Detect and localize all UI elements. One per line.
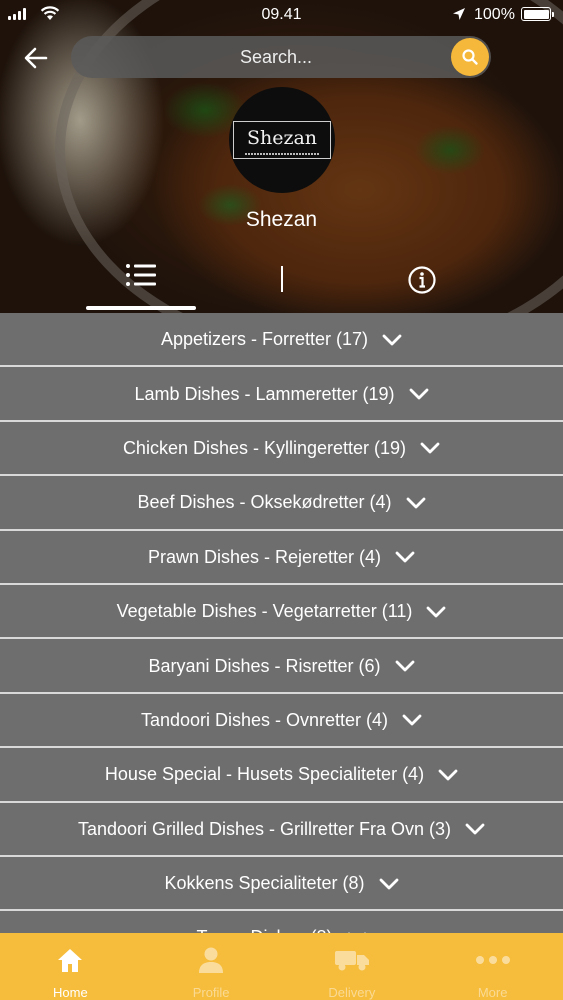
category-row[interactable]: Tandoori Grilled Dishes - Grillretter Fr… <box>0 802 563 857</box>
chevron-down-icon <box>395 551 415 563</box>
category-label: Tandoori Grilled Dishes - Grillretter Fr… <box>77 818 452 839</box>
delivery-truck-icon <box>334 951 369 971</box>
nav-delivery[interactable]: Delivery <box>282 933 423 1000</box>
category-label: Tandoori Dishes - Ovnretter (4) <box>140 709 389 730</box>
search-bar <box>71 36 491 78</box>
category-row[interactable]: Tanna Dishes (8) <box>0 911 563 933</box>
category-label: Beef Dishes - Oksekødretter (4) <box>137 492 392 513</box>
category-row[interactable]: Lamb Dishes - Lammeretter (19) <box>0 367 563 422</box>
category-label: House Special - Husets Specialiteter (4) <box>104 764 425 785</box>
chevron-down-icon <box>406 497 425 509</box>
category-row[interactable]: Vegetable Dishes - Vegetarretter (11) <box>0 584 563 640</box>
nav-profile-label: Profile <box>192 985 230 1000</box>
chevron-down-icon <box>420 443 440 454</box>
logo-tagline <box>245 152 319 155</box>
category-row[interactable]: Prawn Dishes - Rejeretter (4) <box>0 530 563 585</box>
chevron-down-icon <box>465 823 485 835</box>
tab-menu[interactable] <box>86 262 196 302</box>
list-icon <box>126 264 156 286</box>
search-button[interactable] <box>451 38 489 76</box>
nav-more-label: More <box>477 985 508 1000</box>
category-label: Kokkens Specialiteter (8) <box>164 873 365 894</box>
nav-home[interactable]: Home <box>0 933 141 1000</box>
category-row[interactable]: House Special - Husets Specialiteter (4) <box>0 748 563 803</box>
chevron-down-icon <box>427 606 446 618</box>
chevron-down-icon <box>379 878 398 889</box>
search-input[interactable] <box>111 46 441 68</box>
chevron-down-icon <box>395 660 414 672</box>
category-label: Chicken Dishes - Kyllingeretter (19) <box>122 437 407 458</box>
location-arrow-icon <box>453 8 465 20</box>
tab-divider <box>281 266 283 292</box>
category-row[interactable]: Appetizers - Forretter (17) <box>0 313 563 368</box>
chevron-down-icon <box>402 715 422 726</box>
category-row[interactable]: Kokkens Specialiteter (8) <box>0 856 563 912</box>
battery-icon <box>521 7 554 21</box>
nav-delivery-label: Delivery <box>328 985 376 1000</box>
battery-percent: 100% <box>474 6 515 23</box>
profile-icon <box>199 947 224 973</box>
nav-home-label: Home <box>53 985 88 1000</box>
category-list: Appetizers - Forretter (17) Lamb Dishes -… <box>0 313 563 933</box>
category-label: Baryani Dishes - Risretter (6) <box>148 655 381 676</box>
nav-more[interactable]: More <box>422 933 563 1000</box>
category-row[interactable]: Baryani Dishes - Risretter (6) <box>0 639 563 694</box>
back-button[interactable] <box>20 42 52 74</box>
chevron-down-icon <box>438 769 458 781</box>
category-row[interactable]: Beef Dishes - Oksekødretter (4) <box>0 476 563 531</box>
home-icon <box>58 949 83 972</box>
back-arrow-icon <box>24 47 48 69</box>
category-row[interactable]: Chicken Dishes - Kyllingeretter (19) <box>0 421 563 477</box>
header-hero: 09.41 100% Shezan <box>0 0 563 313</box>
category-label: Lamb Dishes - Lammeretter (19) <box>134 383 395 404</box>
more-icon <box>475 956 510 964</box>
info-icon[interactable] <box>407 265 437 295</box>
category-row[interactable]: Tandoori Dishes - Ovnretter (4) <box>0 693 563 749</box>
chevron-down-icon <box>382 334 402 346</box>
search-icon <box>462 49 478 65</box>
category-label: Appetizers - Forretter (17) <box>160 329 369 350</box>
logo-text: Shezan <box>246 126 318 149</box>
restaurant-logo: Shezan <box>229 87 335 193</box>
tab-active-indicator <box>86 306 196 310</box>
nav-profile[interactable]: Profile <box>141 933 282 1000</box>
bottom-nav: Home Profile Delivery More <box>0 933 563 1000</box>
restaurant-name: Shezan <box>245 208 318 231</box>
category-label: Prawn Dishes - Rejeretter (4) <box>147 546 382 567</box>
chevron-down-icon <box>409 388 428 400</box>
status-bar: 09.41 100% <box>0 0 563 30</box>
category-label: Vegetable Dishes - Vegetarretter (11) <box>116 601 413 622</box>
